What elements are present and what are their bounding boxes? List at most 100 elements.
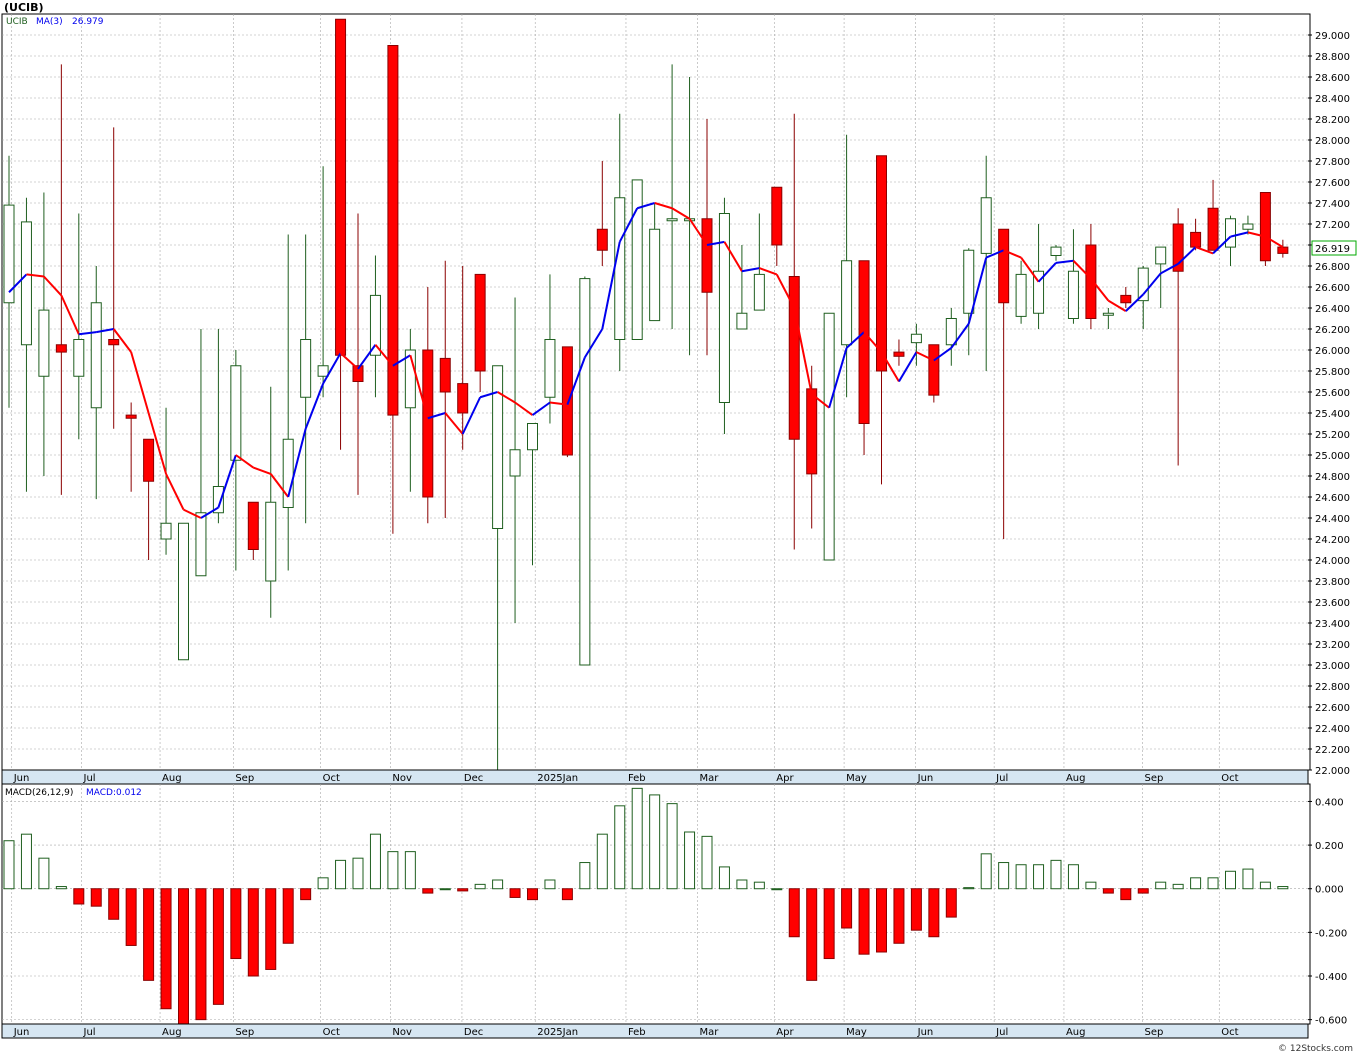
macd-bar [649, 794, 661, 890]
price-x-tick-label: Mar [700, 773, 720, 784]
macd-x-tick-label: Oct [1221, 1027, 1238, 1038]
macd-value-label: MACD:0.012 [86, 788, 142, 798]
macd-x-tick-label: Sep [1144, 1027, 1163, 1038]
price-x-tick-label: May [846, 773, 867, 784]
macd-bar [718, 866, 730, 890]
candle-body [806, 388, 818, 475]
macd-x-tick-label: Feb [628, 1027, 646, 1038]
macd-bar [1050, 859, 1062, 890]
candle-body [1102, 312, 1114, 316]
candle-body [910, 333, 922, 344]
macd-bar [1015, 864, 1027, 890]
candle-body [945, 318, 957, 346]
price-x-tick-label: Jun [917, 773, 934, 784]
macd-bar [579, 862, 591, 890]
candle-body [38, 309, 50, 377]
macd-bar [980, 853, 992, 890]
macd-bar [963, 887, 975, 890]
macd-x-tick-label: Aug [162, 1027, 182, 1038]
price-x-tick-label: Sep [235, 773, 254, 784]
macd-bar [108, 888, 120, 920]
candle-body [841, 260, 853, 346]
macd-bar [1277, 886, 1289, 890]
macd-bar [1137, 888, 1149, 894]
candle-body [387, 45, 399, 416]
macd-x-tick-label: May [846, 1027, 867, 1038]
macd-bar [387, 851, 399, 890]
price-tick-label: 25.400 [1315, 409, 1350, 420]
macd-bar [910, 888, 922, 931]
macd-x-tick-label: Jun [13, 1027, 30, 1038]
price-tick-label: 26.000 [1315, 346, 1350, 357]
candle-body [160, 522, 172, 540]
macd-tick-label: 0.000 [1315, 885, 1344, 896]
price-tick-label: 24.600 [1315, 493, 1350, 504]
price-tick-label: 28.200 [1315, 115, 1350, 126]
price-tick-label: 23.400 [1315, 619, 1350, 630]
candle-body [963, 249, 975, 314]
candle-body [439, 357, 451, 393]
macd-x-axis-band [1, 1023, 1309, 1039]
price-y-axis: 22.000 22.200 22.400 22.600 22.800 23.000 23.2… [1308, 31, 1350, 777]
candle-body [1225, 218, 1236, 248]
macd-bar [998, 862, 1010, 890]
candle-body [1050, 246, 1062, 257]
price-x-tick-label: Aug [162, 773, 182, 784]
price-tick-label: 22.800 [1315, 682, 1350, 693]
candle-body [1155, 246, 1167, 265]
candle-body [596, 228, 608, 251]
candle-body [195, 512, 207, 577]
candle-body [701, 218, 713, 293]
macd-bar [1102, 888, 1114, 894]
macd-bar [736, 879, 748, 890]
macd-bar [1259, 881, 1271, 890]
candle-body [631, 179, 643, 340]
candle-body [73, 339, 85, 377]
candle-body [20, 221, 32, 346]
candle-body [317, 365, 329, 377]
price-tick-label: 28.600 [1315, 73, 1350, 84]
macd-bar [631, 787, 643, 890]
macd-bar [90, 888, 102, 907]
macd-x-tick-label: Jul [83, 1027, 96, 1038]
price-tick-label: 24.800 [1315, 472, 1350, 483]
price-tick-label: 25.000 [1315, 451, 1350, 462]
macd-bar [1225, 870, 1236, 890]
macd-bar [20, 833, 32, 890]
price-tick-label: 22.400 [1315, 724, 1350, 735]
chart-title: (UCIB) [4, 1, 44, 14]
price-tick-label: 29.000 [1315, 31, 1350, 42]
macd-bar [55, 886, 67, 890]
price-tick-label: 28.400 [1315, 94, 1350, 105]
macd-tick-label: 0.400 [1315, 797, 1344, 808]
macd-bar [195, 888, 207, 1021]
price-tick-label: 27.600 [1315, 178, 1350, 189]
candle-body [509, 449, 521, 477]
macd-bar [614, 805, 626, 890]
macd-bar [1120, 888, 1132, 901]
price-x-tick-label: Jun [13, 773, 30, 784]
price-x-tick-label: Jul [83, 773, 96, 784]
price-x-tick-label: Sep [1144, 773, 1163, 784]
macd-x-tick-label: Jul [995, 1027, 1008, 1038]
macd-bar [369, 833, 381, 890]
price-tick-label: 23.600 [1315, 598, 1350, 609]
macd-bar [265, 888, 277, 970]
ma-value: 26.979 [72, 17, 104, 27]
macd-bar [841, 888, 853, 929]
macd-bar [1067, 864, 1079, 890]
candle-body [1067, 270, 1079, 319]
price-tick-label: 26.600 [1315, 283, 1350, 294]
ma-symbol: UCIB [6, 17, 28, 27]
macd-bar [945, 888, 957, 918]
price-tick-label: 24.400 [1315, 514, 1350, 525]
macd-bar [125, 888, 137, 946]
price-x-tick-label: Nov [392, 773, 412, 784]
macd-y-axis: 0.400 0.200 0.000 -0.200 -0.400 -0.600 [1308, 797, 1347, 1027]
candle-body [1277, 246, 1289, 254]
macd-bar [38, 857, 50, 890]
candle-body [858, 260, 870, 424]
price-tick-label: 28.000 [1315, 136, 1350, 147]
macd-tick-label: -0.400 [1315, 972, 1347, 983]
macd-bar [684, 831, 696, 890]
